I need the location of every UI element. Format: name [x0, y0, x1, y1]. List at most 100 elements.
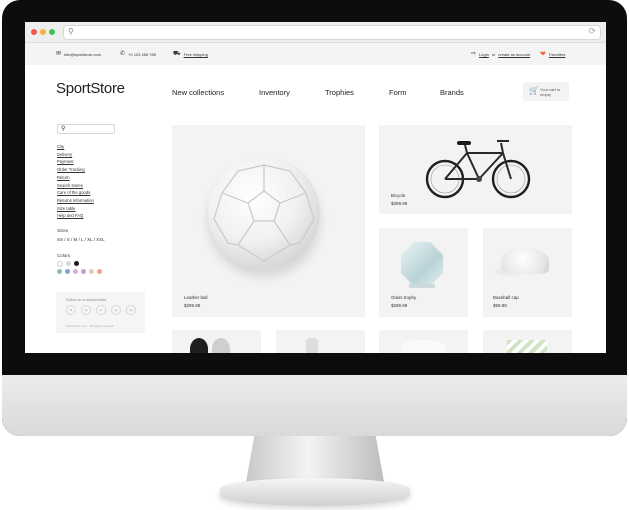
envelope-icon: ✉ — [56, 51, 62, 57]
sidebar-link-search-stores[interactable]: Search stores — [57, 182, 94, 190]
product-name: Bicycle — [391, 193, 406, 198]
minimize-window-button[interactable] — [40, 29, 46, 35]
facebook-icon[interactable]: fb — [66, 305, 76, 315]
login-area: ⇨ Login or create an account — [471, 51, 530, 57]
color-swatch[interactable] — [89, 269, 94, 274]
product-image — [507, 340, 547, 353]
sidebar-link-payment[interactable]: Payment — [57, 158, 94, 166]
sidebar-link-delivery[interactable]: Delivery — [57, 151, 94, 159]
sidebar-link-care[interactable]: Care of the goods — [57, 189, 94, 197]
sidebar-link-return[interactable]: Return — [57, 174, 94, 182]
nav-inventory[interactable]: Inventory — [259, 88, 290, 97]
twitter-icon[interactable]: tw — [81, 305, 91, 315]
email-text: info@sportstore.com — [64, 51, 101, 57]
color-swatch[interactable] — [73, 269, 78, 274]
sidebar-link-returns-info[interactable]: Returns Information — [57, 197, 94, 205]
color-swatch[interactable] — [74, 261, 79, 266]
phone-contact[interactable]: ✆ +0 123 456 789 — [120, 51, 156, 57]
product-name: Leather ball — [184, 295, 208, 300]
monitor-stand — [246, 436, 384, 482]
sidebar-search-input[interactable]: ⚲ — [57, 124, 115, 134]
close-window-button[interactable] — [31, 29, 37, 35]
color-swatch[interactable] — [57, 261, 63, 267]
social-links: fb tw in yt vk — [66, 305, 136, 315]
top-info-bar: ✉ info@sportstore.com ✆ +0 123 456 789 ⛟… — [25, 43, 606, 65]
product-card-partial[interactable] — [276, 330, 365, 353]
promo-copyright: SportStore.com · All rights reserved — [66, 324, 114, 328]
sidebar-link-order-tracking[interactable]: Order Tracking — [57, 166, 94, 174]
address-bar[interactable]: ⚲ ⟳ — [63, 25, 601, 40]
product-price: $299.99 — [184, 303, 201, 308]
color-swatches-row-1 — [57, 261, 79, 267]
or-text: or — [491, 51, 496, 57]
reload-icon[interactable]: ⟳ — [588, 26, 596, 37]
shipping-text: Free shipping — [183, 51, 208, 57]
heart-icon: ❤ — [540, 51, 546, 58]
product-image — [401, 340, 445, 353]
promo-title: Follow us on social media — [66, 298, 107, 302]
sidebar-link-help-faq[interactable]: Help and FAQ — [57, 212, 94, 220]
site-logo[interactable]: SportStore — [56, 80, 125, 97]
truck-icon: ⛟ — [173, 51, 181, 57]
color-swatch[interactable] — [81, 269, 86, 274]
soccer-ball-image — [208, 157, 320, 269]
color-swatch[interactable] — [65, 269, 70, 274]
product-card-leather-ball[interactable]: Leather ball $299.99 — [172, 125, 365, 317]
sizes-filter[interactable]: XS / S / M / L / XL / XXL — [57, 237, 105, 242]
browser-toolbar: ⚲ ⟳ — [25, 22, 606, 43]
monitor-chin — [2, 375, 627, 436]
search-icon: ⚲ — [68, 27, 74, 36]
product-name: Baseball cap — [493, 295, 519, 300]
login-link[interactable]: Login — [479, 52, 489, 57]
trophy-base-shape — [409, 284, 435, 288]
product-price: $399.99 — [391, 201, 408, 206]
baseball-cap-image — [501, 248, 549, 274]
favorites-text: Favorites — [548, 52, 566, 57]
favorites-link[interactable]: ❤ Favorites — [540, 51, 565, 58]
social-promo-box: Follow us on social media fb tw in yt vk… — [56, 292, 145, 333]
colors-heading: Colors — [57, 253, 71, 258]
nav-trophies[interactable]: Trophies — [325, 88, 354, 97]
sidebar-links: City Delivery Payment Order Tracking Ret… — [57, 143, 94, 220]
product-card-baseball-cap[interactable]: Baseball cap $59.99 — [483, 228, 572, 317]
email-contact[interactable]: ✉ info@sportstore.com — [56, 51, 101, 57]
product-image — [190, 338, 208, 353]
nav-form[interactable]: Form — [389, 88, 407, 97]
phone-text: +0 123 456 789 — [128, 51, 156, 57]
product-name: Glass trophy — [391, 295, 417, 300]
vk-icon[interactable]: vk — [126, 305, 136, 315]
phone-icon: ✆ — [120, 51, 126, 57]
product-image — [306, 338, 318, 353]
nav-brands[interactable]: Brands — [440, 88, 464, 97]
nav-new-collections[interactable]: New collections — [172, 88, 224, 97]
product-card-bicycle[interactable]: Bicycle $399.99 — [379, 125, 572, 214]
cart-icon: 🛒 — [529, 86, 539, 95]
product-card-partial[interactable] — [379, 330, 468, 353]
product-price: $299.99 — [391, 303, 408, 308]
color-swatch[interactable] — [66, 261, 71, 266]
product-card-partial[interactable] — [172, 330, 261, 353]
product-price: $59.99 — [493, 303, 507, 308]
glass-trophy-image — [401, 242, 443, 286]
sizes-heading: Sizes — [57, 228, 69, 233]
maximize-window-button[interactable] — [49, 29, 55, 35]
instagram-icon[interactable]: in — [96, 305, 106, 315]
search-icon: ⚲ — [61, 126, 66, 132]
sidebar-link-city[interactable]: City — [57, 143, 94, 151]
monitor-base — [220, 478, 410, 506]
product-card-partial[interactable] — [483, 330, 572, 353]
free-shipping-link[interactable]: ⛟ Free shipping — [173, 51, 208, 57]
cart-button[interactable]: 🛒 Your cart is empty — [523, 82, 569, 101]
create-account-link[interactable]: create an account — [498, 52, 530, 57]
color-swatch[interactable] — [97, 269, 102, 274]
product-image — [212, 338, 230, 353]
product-card-glass-trophy[interactable]: Glass trophy $299.99 — [379, 228, 468, 317]
color-swatch[interactable] — [57, 269, 62, 274]
cart-status: Your cart is empty — [540, 87, 560, 97]
login-icon: ⇨ — [471, 51, 477, 57]
sidebar-link-size-table[interactable]: Size table — [57, 205, 94, 213]
youtube-icon[interactable]: yt — [111, 305, 121, 315]
color-swatches-row-2 — [57, 269, 102, 274]
screen: ⚲ ⟳ ✉ info@sportstore.com ✆ +0 123 456 7… — [25, 22, 606, 353]
bicycle-image — [425, 140, 531, 199]
